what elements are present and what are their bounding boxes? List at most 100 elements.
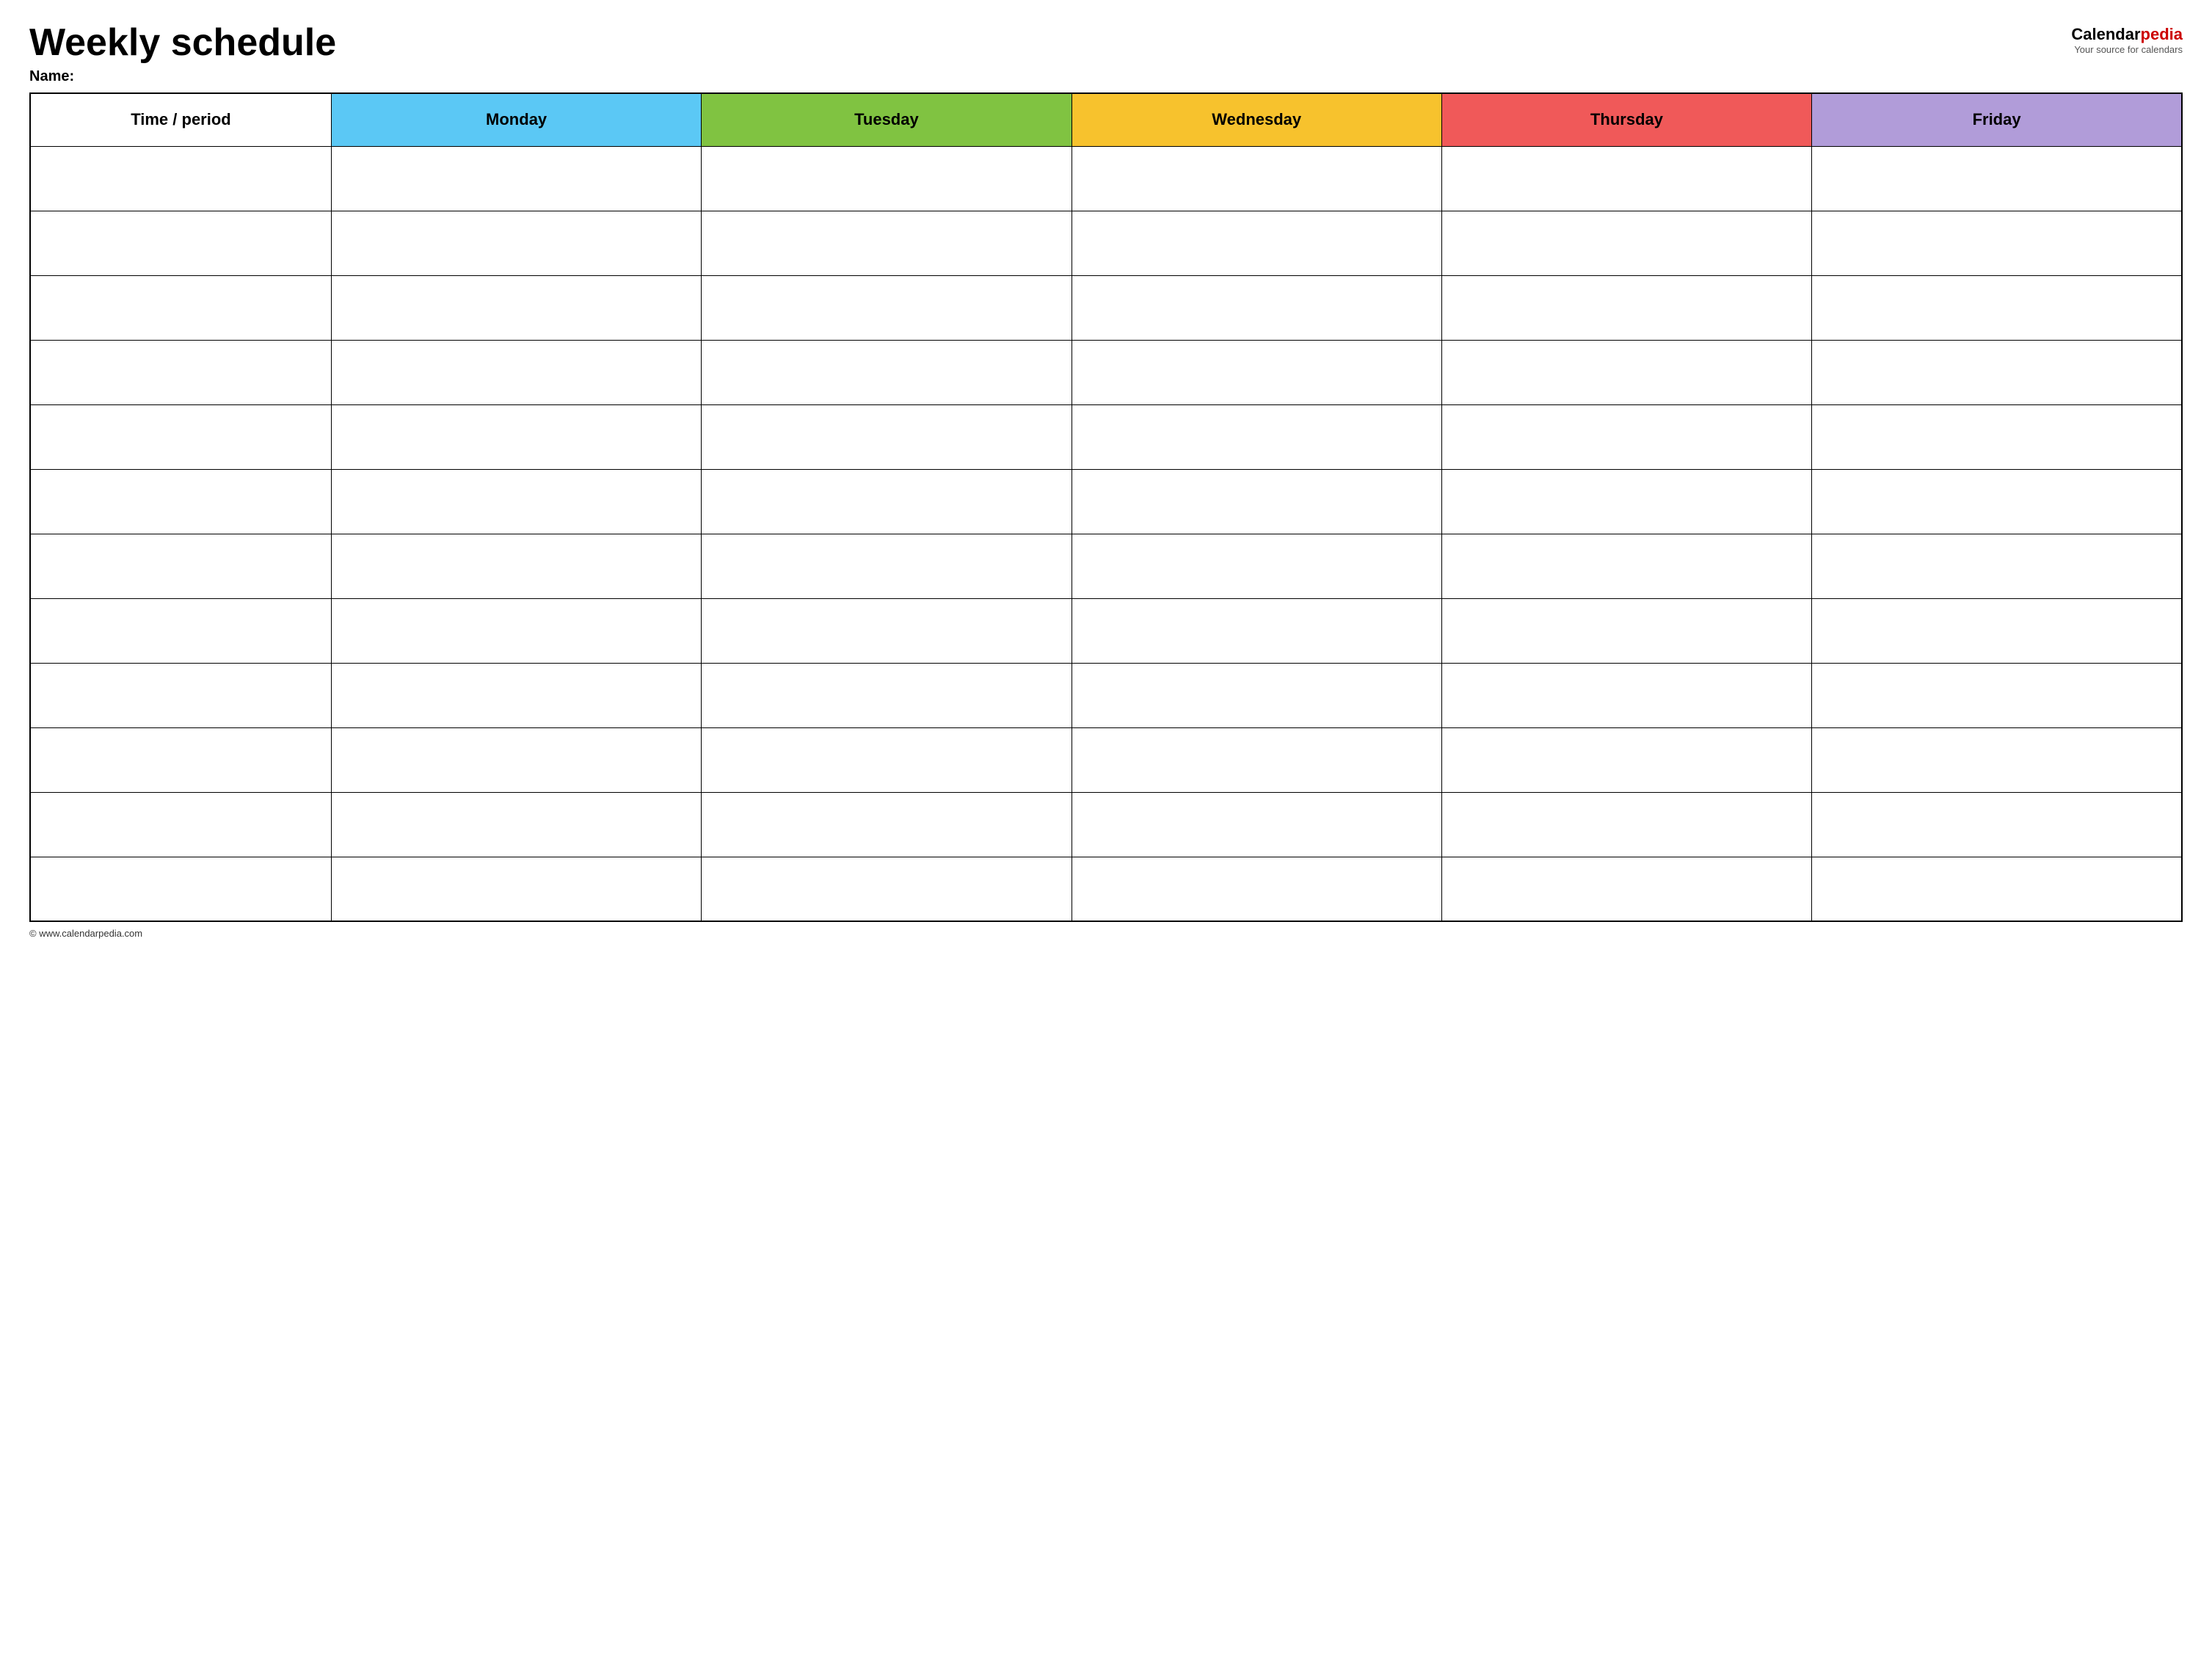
time-cell[interactable] bbox=[30, 469, 331, 534]
schedule-cell[interactable] bbox=[1812, 857, 2182, 921]
schedule-cell[interactable] bbox=[1072, 857, 1441, 921]
schedule-cell[interactable] bbox=[331, 275, 701, 340]
schedule-cell[interactable] bbox=[1441, 727, 1811, 792]
logo-calendar: Calendar bbox=[2071, 25, 2140, 43]
schedule-cell[interactable] bbox=[1072, 727, 1441, 792]
table-row bbox=[30, 340, 2182, 404]
header: Weekly schedule Name: Calendarpedia Your… bbox=[29, 22, 2183, 85]
schedule-cell[interactable] bbox=[1812, 727, 2182, 792]
table-row bbox=[30, 663, 2182, 727]
schedule-cell[interactable] bbox=[331, 663, 701, 727]
schedule-cell[interactable] bbox=[702, 792, 1072, 857]
table-header: Time / period Monday Tuesday Wednesday T… bbox=[30, 93, 2182, 146]
schedule-cell[interactable] bbox=[1072, 792, 1441, 857]
time-cell[interactable] bbox=[30, 340, 331, 404]
logo-pedia: pedia bbox=[2141, 25, 2183, 43]
time-cell[interactable] bbox=[30, 727, 331, 792]
schedule-cell[interactable] bbox=[702, 469, 1072, 534]
schedule-cell[interactable] bbox=[1812, 146, 2182, 211]
time-cell[interactable] bbox=[30, 598, 331, 663]
time-cell[interactable] bbox=[30, 211, 331, 275]
copyright-text: © www.calendarpedia.com bbox=[29, 928, 142, 939]
schedule-cell[interactable] bbox=[1441, 275, 1811, 340]
schedule-cell[interactable] bbox=[1812, 275, 2182, 340]
schedule-cell[interactable] bbox=[1441, 211, 1811, 275]
schedule-cell[interactable] bbox=[331, 598, 701, 663]
schedule-cell[interactable] bbox=[702, 598, 1072, 663]
time-cell[interactable] bbox=[30, 275, 331, 340]
schedule-cell[interactable] bbox=[1441, 146, 1811, 211]
schedule-cell[interactable] bbox=[702, 534, 1072, 598]
table-row bbox=[30, 146, 2182, 211]
time-cell[interactable] bbox=[30, 792, 331, 857]
schedule-cell[interactable] bbox=[1072, 146, 1441, 211]
schedule-cell[interactable] bbox=[331, 792, 701, 857]
schedule-cell[interactable] bbox=[1812, 404, 2182, 469]
schedule-cell[interactable] bbox=[1441, 792, 1811, 857]
schedule-cell[interactable] bbox=[1812, 340, 2182, 404]
schedule-cell[interactable] bbox=[1441, 404, 1811, 469]
time-cell[interactable] bbox=[30, 663, 331, 727]
table-row bbox=[30, 598, 2182, 663]
schedule-cell[interactable] bbox=[331, 857, 701, 921]
schedule-table: Time / period Monday Tuesday Wednesday T… bbox=[29, 92, 2183, 922]
schedule-cell[interactable] bbox=[1441, 534, 1811, 598]
schedule-cell[interactable] bbox=[1072, 211, 1441, 275]
schedule-cell[interactable] bbox=[1441, 469, 1811, 534]
schedule-cell[interactable] bbox=[1441, 663, 1811, 727]
schedule-cell[interactable] bbox=[1072, 275, 1441, 340]
table-row bbox=[30, 727, 2182, 792]
schedule-cell[interactable] bbox=[702, 727, 1072, 792]
title-section: Weekly schedule Name: bbox=[29, 22, 336, 85]
schedule-cell[interactable] bbox=[1441, 598, 1811, 663]
col-tuesday: Tuesday bbox=[702, 93, 1072, 146]
schedule-cell[interactable] bbox=[1072, 598, 1441, 663]
schedule-cell[interactable] bbox=[1072, 534, 1441, 598]
schedule-cell[interactable] bbox=[1441, 857, 1811, 921]
header-row: Time / period Monday Tuesday Wednesday T… bbox=[30, 93, 2182, 146]
schedule-cell[interactable] bbox=[1812, 663, 2182, 727]
schedule-cell[interactable] bbox=[331, 211, 701, 275]
schedule-cell[interactable] bbox=[702, 340, 1072, 404]
footer: © www.calendarpedia.com bbox=[29, 928, 2183, 939]
schedule-cell[interactable] bbox=[702, 404, 1072, 469]
table-row bbox=[30, 534, 2182, 598]
logo-tagline: Your source for calendars bbox=[2074, 44, 2183, 55]
table-row bbox=[30, 857, 2182, 921]
col-friday: Friday bbox=[1812, 93, 2182, 146]
time-cell[interactable] bbox=[30, 146, 331, 211]
schedule-cell[interactable] bbox=[1072, 404, 1441, 469]
table-row bbox=[30, 404, 2182, 469]
schedule-cell[interactable] bbox=[331, 469, 701, 534]
schedule-cell[interactable] bbox=[331, 534, 701, 598]
schedule-cell[interactable] bbox=[1812, 211, 2182, 275]
schedule-cell[interactable] bbox=[1812, 792, 2182, 857]
schedule-cell[interactable] bbox=[702, 146, 1072, 211]
time-cell[interactable] bbox=[30, 404, 331, 469]
table-row bbox=[30, 211, 2182, 275]
table-row bbox=[30, 792, 2182, 857]
table-row bbox=[30, 469, 2182, 534]
schedule-cell[interactable] bbox=[702, 857, 1072, 921]
schedule-cell[interactable] bbox=[1812, 469, 2182, 534]
time-cell[interactable] bbox=[30, 857, 331, 921]
schedule-cell[interactable] bbox=[331, 340, 701, 404]
logo-text: Calendarpedia bbox=[2071, 25, 2183, 44]
schedule-cell[interactable] bbox=[702, 275, 1072, 340]
col-time-period: Time / period bbox=[30, 93, 331, 146]
schedule-cell[interactable] bbox=[1441, 340, 1811, 404]
schedule-cell[interactable] bbox=[1812, 598, 2182, 663]
schedule-cell[interactable] bbox=[1072, 663, 1441, 727]
schedule-cell[interactable] bbox=[702, 663, 1072, 727]
col-wednesday: Wednesday bbox=[1072, 93, 1441, 146]
schedule-cell[interactable] bbox=[331, 404, 701, 469]
schedule-cell[interactable] bbox=[1072, 340, 1441, 404]
schedule-cell[interactable] bbox=[1812, 534, 2182, 598]
name-label: Name: bbox=[29, 68, 336, 85]
schedule-cell[interactable] bbox=[702, 211, 1072, 275]
schedule-cell[interactable] bbox=[331, 727, 701, 792]
schedule-cell[interactable] bbox=[1072, 469, 1441, 534]
time-cell[interactable] bbox=[30, 534, 331, 598]
page-title: Weekly schedule bbox=[29, 22, 336, 64]
schedule-cell[interactable] bbox=[331, 146, 701, 211]
